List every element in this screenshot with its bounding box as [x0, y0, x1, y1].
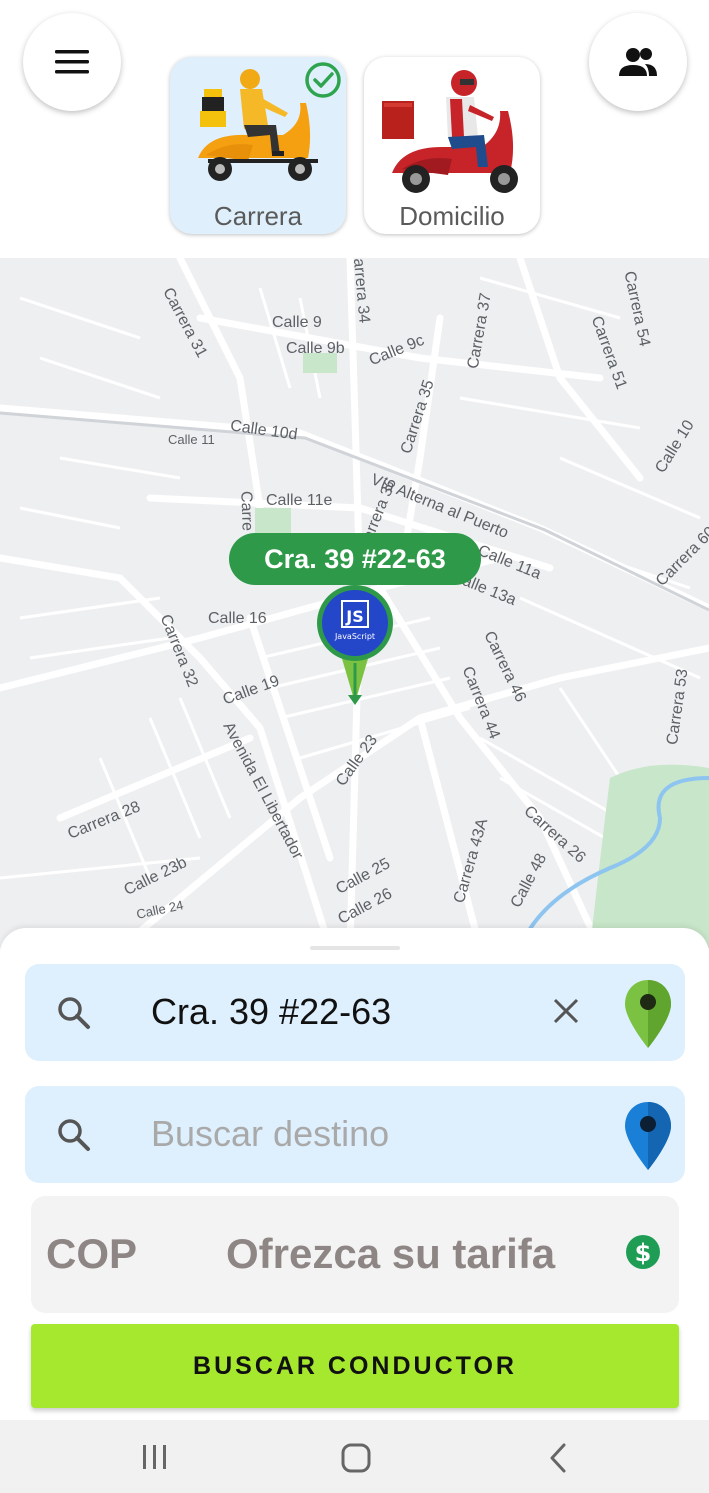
service-card-domicilio[interactable]: Domicilio [364, 57, 540, 234]
pickup-address-bubble[interactable]: Cra. 39 #22-63 [229, 533, 481, 585]
fare-currency: COP [46, 1230, 138, 1277]
street-label: Carre [237, 490, 256, 532]
delivery-scooter-icon [382, 70, 518, 193]
service-label: Domicilio [399, 201, 505, 231]
check-circle-icon [305, 62, 341, 98]
search-icon [58, 1119, 90, 1151]
street-label: Calle 16 [208, 610, 267, 627]
map-pin-icon[interactable] [623, 1100, 673, 1172]
user-location-pin-icon[interactable]: JS JavaScript [314, 583, 396, 711]
pin-avatar-text: JS [345, 607, 363, 626]
back-icon[interactable] [546, 1442, 572, 1474]
street-label: Calle 11e [266, 492, 333, 509]
dollar-icon: $ [626, 1235, 660, 1269]
home-icon[interactable] [340, 1442, 372, 1474]
destination-field[interactable] [25, 1086, 685, 1183]
destination-input[interactable] [151, 1113, 531, 1155]
system-navigation-bar [0, 1420, 709, 1493]
street-label: Calle 11 [168, 432, 215, 447]
menu-button[interactable] [23, 13, 121, 111]
origin-input[interactable] [151, 991, 531, 1033]
service-label: Carrera [213, 201, 303, 231]
street-label: Calle 9b [286, 340, 345, 357]
top-bar: Carrera Domicilio [0, 0, 709, 258]
map-view[interactable]: Carrera 31 Calle 9 Carrera 34 Calle 9b C… [0, 258, 709, 948]
search-icon [58, 997, 90, 1029]
map-pin-icon[interactable] [623, 978, 673, 1050]
close-icon[interactable] [552, 997, 580, 1025]
pin-avatar-sub: JavaScript [334, 632, 375, 641]
service-card-carrera[interactable]: Carrera [170, 57, 346, 234]
users-icon [619, 48, 657, 76]
sheet-drag-handle[interactable] [310, 946, 400, 950]
svg-text:$: $ [635, 1239, 652, 1267]
menu-icon [55, 50, 89, 74]
bottom-sheet: COP Ofrezca su tarifa $ BUSCAR CONDUCTOR [0, 928, 709, 1420]
fare-input[interactable]: Ofrezca su tarifa [226, 1230, 555, 1278]
users-button[interactable] [589, 13, 687, 111]
recents-icon[interactable] [140, 1442, 170, 1472]
street-label: Calle 9 [272, 314, 322, 331]
origin-field[interactable] [25, 964, 685, 1061]
fare-field[interactable]: COP Ofrezca su tarifa $ [31, 1196, 679, 1313]
search-driver-button[interactable]: BUSCAR CONDUCTOR [31, 1324, 679, 1408]
